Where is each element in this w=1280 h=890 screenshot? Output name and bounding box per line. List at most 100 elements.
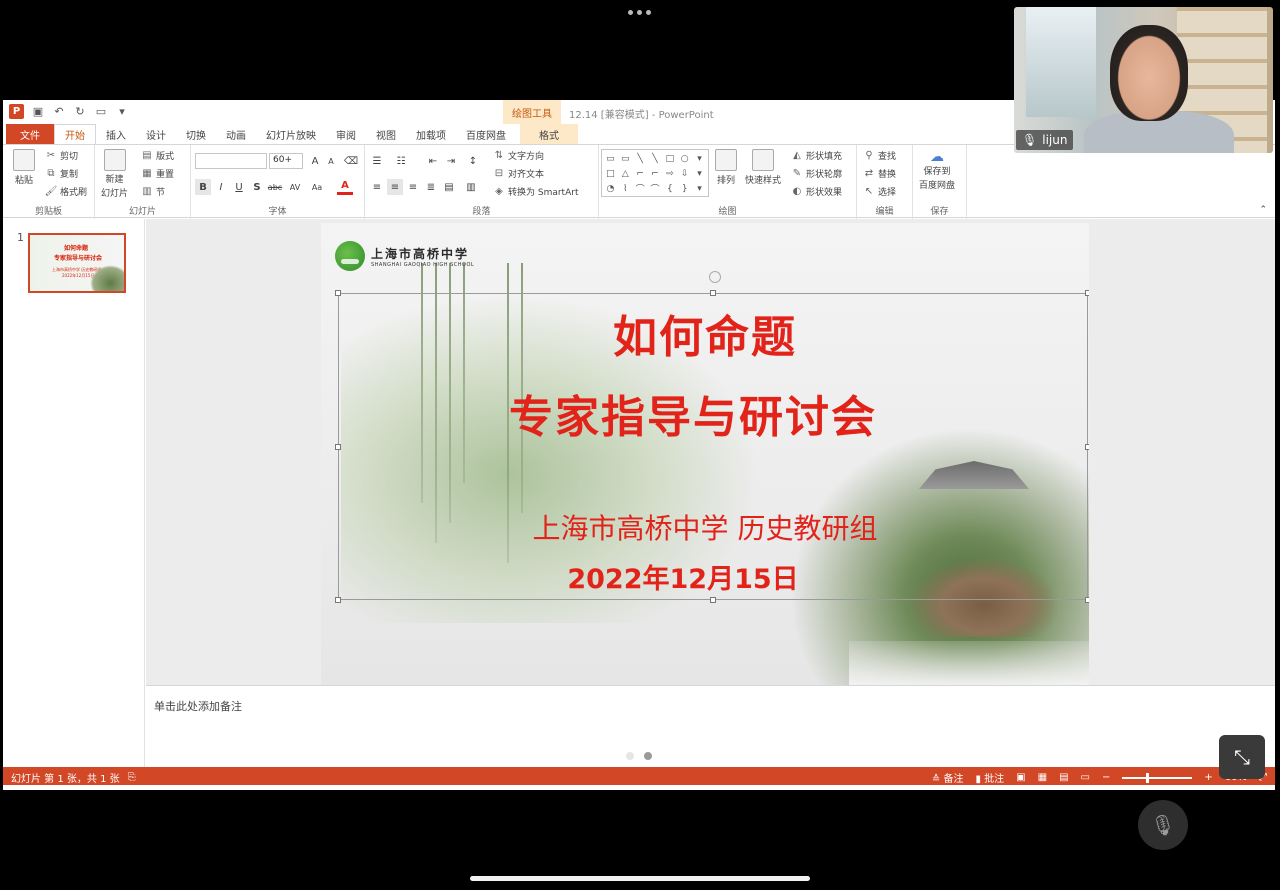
new-slide-button[interactable]: 新建 幻灯片	[101, 149, 128, 199]
collapse-ribbon-icon[interactable]: ⌃	[1259, 205, 1267, 215]
spellcheck-icon[interactable]: ⎘	[128, 772, 136, 783]
participant-video[interactable]: 🎙 lijun	[1014, 7, 1273, 153]
text-direction-button[interactable]: ⇅ 文字方向	[493, 149, 544, 162]
increase-indent-icon[interactable]: ⇥	[443, 153, 459, 169]
shadow-icon[interactable]: S	[249, 179, 265, 195]
powerpoint-logo-icon: P	[9, 104, 24, 119]
align-text-button[interactable]: ⊟ 对齐文本	[493, 167, 544, 180]
change-case-icon[interactable]: Aa	[309, 179, 325, 195]
layout-icon: ▤	[142, 150, 152, 161]
zoom-out-icon[interactable]: −	[1102, 772, 1110, 783]
resize-handle[interactable]	[335, 597, 341, 603]
tab-addins[interactable]: 加载项	[406, 124, 456, 144]
school-name-cn: 上海市高桥中学	[371, 246, 470, 261]
section-button[interactable]: ▥ 节	[141, 185, 165, 198]
arrange-button[interactable]: 排列	[715, 149, 737, 186]
grow-font-icon[interactable]: A	[307, 153, 323, 169]
save-icon[interactable]: ▣	[31, 105, 45, 119]
strikethrough-icon[interactable]: abc	[267, 179, 283, 195]
numbering-icon[interactable]: ☷	[393, 153, 409, 169]
tab-baidu-pan[interactable]: 百度网盘	[456, 124, 516, 144]
font-name-select[interactable]	[195, 153, 267, 169]
copy-button[interactable]: ⧉ 复制	[45, 167, 78, 180]
clear-format-icon[interactable]: ⌫	[343, 153, 359, 169]
tab-file[interactable]: 文件	[6, 124, 54, 144]
normal-view-icon[interactable]: ▣	[1016, 772, 1025, 783]
font-color-icon[interactable]: A	[337, 179, 353, 195]
slide-sorter-icon[interactable]: ▦	[1038, 772, 1047, 783]
cloud-icon: ☁	[930, 149, 944, 165]
format-painter-button[interactable]: 🖌 格式刷	[45, 185, 87, 198]
shapes-gallery[interactable]: ▭ ▭ ╲ ╲ □ ○ ▾ □ △ ⌐ ⌐ ⇨ ⇩ ▾ ◔ ⌇ ⌒ ⌒{} ▾	[601, 149, 709, 197]
line-spacing-icon[interactable]: ↕	[465, 153, 481, 169]
slideshow-view-icon[interactable]: ▭	[1081, 772, 1090, 783]
layout-button[interactable]: ▤ 版式	[141, 149, 174, 162]
page-dot[interactable]	[626, 752, 634, 760]
resize-handle[interactable]	[1085, 290, 1089, 296]
smartart-button[interactable]: ◈ 转换为 SmartArt	[493, 185, 578, 198]
underline-icon[interactable]: U	[231, 179, 247, 195]
zoom-in-icon[interactable]: +	[1204, 772, 1212, 783]
reading-view-icon[interactable]: ▤	[1059, 772, 1068, 783]
shape-effects-button[interactable]: ◐ 形状效果	[791, 185, 842, 198]
resize-handle[interactable]	[1085, 444, 1089, 450]
shrink-font-icon[interactable]: A	[323, 153, 339, 169]
columns-icon[interactable]: ▥	[463, 179, 479, 195]
zoom-slider[interactable]	[1122, 772, 1193, 783]
align-center-icon[interactable]: ≡	[387, 179, 403, 195]
tab-design[interactable]: 设计	[136, 124, 176, 144]
bold-icon[interactable]: B	[195, 179, 211, 195]
find-button[interactable]: ⚲ 查找	[863, 149, 896, 162]
paragraph-group: ☰ ☷ ⇤ ⇥ ↕ ⇅ 文字方向 ⊟ 对齐文本 ◈ 转换为 SmartArt ≡ ≡ …	[365, 145, 599, 219]
tab-view[interactable]: 视图	[366, 124, 406, 144]
slide-canvas[interactable]: 上海市高桥中学 SHANGHAI GAOQIAO HIGH SCHOOL 如何命…	[321, 223, 1089, 687]
tab-review[interactable]: 审阅	[326, 124, 366, 144]
notes-pane[interactable]: 单击此处添加备注	[146, 685, 1275, 767]
page-dot-active[interactable]	[644, 752, 652, 760]
mic-muted-icon[interactable]: 🎙	[1138, 800, 1188, 850]
cut-button[interactable]: ✂ 剪切	[45, 149, 78, 162]
align-left-icon[interactable]: ≡	[369, 179, 385, 195]
distributed-icon[interactable]: ▤	[441, 179, 457, 195]
tab-slideshow[interactable]: 幻灯片放映	[256, 124, 326, 144]
resize-handle[interactable]	[1085, 597, 1089, 603]
shape-fill-button[interactable]: ◭ 形状填充	[791, 149, 842, 162]
paste-button[interactable]: 粘贴	[13, 149, 35, 186]
rotate-handle[interactable]	[709, 271, 721, 283]
save-to-baidu-button[interactable]: ☁ 保存到 百度网盘	[919, 149, 955, 191]
slide-subtitle: 上海市高桥中学 历史教研组	[532, 512, 878, 545]
notes-placeholder[interactable]: 单击此处添加备注	[154, 698, 242, 714]
reset-button[interactable]: ▦ 重置	[141, 167, 174, 180]
more-options-icon[interactable]	[628, 10, 651, 15]
italic-icon[interactable]: I	[213, 179, 229, 195]
select-button[interactable]: ↖ 选择	[863, 185, 896, 198]
redo-icon[interactable]: ↻	[73, 105, 87, 119]
bullets-icon[interactable]: ☰	[369, 153, 385, 169]
home-indicator[interactable]	[470, 876, 810, 881]
customize-icon[interactable]: ▾	[115, 105, 129, 119]
char-spacing-icon[interactable]: AV	[287, 179, 303, 195]
undo-icon[interactable]: ↶	[52, 105, 66, 119]
font-size-select[interactable]: 60+	[269, 153, 303, 169]
slideshow-icon[interactable]: ▭	[94, 105, 108, 119]
tab-insert[interactable]: 插入	[96, 124, 136, 144]
shape-outline-button[interactable]: ✎ 形状轮廓	[791, 167, 842, 180]
resize-handle[interactable]	[335, 290, 341, 296]
clipboard-group: 粘贴 ✂ 剪切 ⧉ 复制 🖌 格式刷 剪贴板	[3, 145, 95, 219]
resize-handle[interactable]	[710, 290, 716, 296]
slide-thumbnail[interactable]: 如何命题 专家指导与研讨会 上海市高桥中学 历史教研组 2022年12月15日	[28, 233, 126, 293]
justify-icon[interactable]: ≣	[423, 179, 439, 195]
screen: P ▣ ↶ ↻ ▭ ▾ 绘图工具 12.14 [兼容模式] - PowerPoi…	[0, 0, 1280, 890]
tab-home[interactable]: 开始	[54, 124, 96, 144]
resize-handle[interactable]	[710, 597, 716, 603]
comments-toggle[interactable]: ▮ 批注	[975, 770, 1004, 785]
notes-toggle[interactable]: ≙ 备注	[932, 770, 964, 785]
replace-button[interactable]: ⇄ 替换	[863, 167, 896, 180]
tab-format[interactable]: 格式	[520, 124, 578, 144]
tab-animations[interactable]: 动画	[216, 124, 256, 144]
annotate-icon[interactable]: ⤡	[1219, 735, 1265, 779]
quick-styles-button[interactable]: 快速样式	[745, 149, 781, 186]
tab-transitions[interactable]: 切换	[176, 124, 216, 144]
decrease-indent-icon[interactable]: ⇤	[425, 153, 441, 169]
align-right-icon[interactable]: ≡	[405, 179, 421, 195]
